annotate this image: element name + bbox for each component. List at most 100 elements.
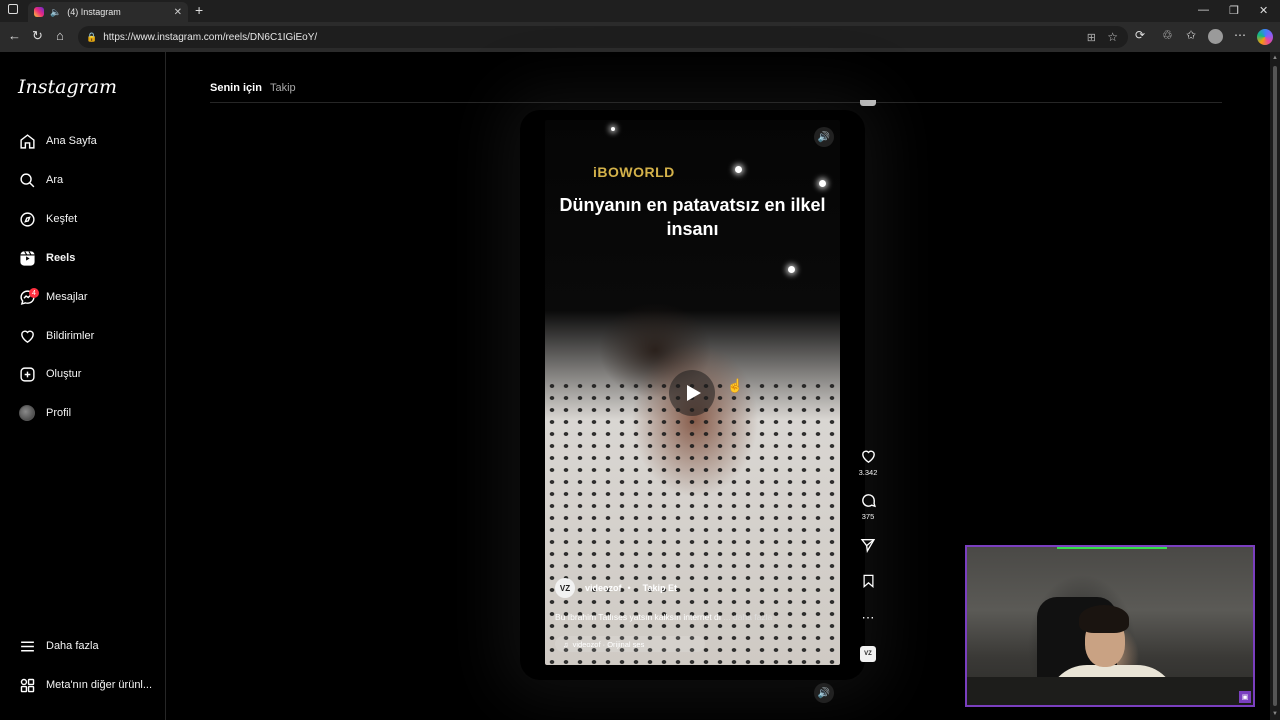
copilot-icon[interactable] <box>1257 29 1273 45</box>
next-reel-mute-button[interactable]: 🔊 <box>814 683 834 703</box>
scroll-down-icon[interactable]: ▼ <box>1272 711 1278 717</box>
nav-explore[interactable]: Keşfet <box>18 207 77 231</box>
shirt-pattern <box>545 380 840 665</box>
settings-more-icon[interactable]: ⋯ <box>1234 28 1246 42</box>
app-install-icon[interactable]: ⊞ <box>1087 31 1096 44</box>
instagram-favicon-icon <box>34 7 44 17</box>
speaker-icon[interactable]: 🔈 <box>50 7 61 18</box>
restore-icon[interactable]: ❐ <box>1229 4 1239 17</box>
comment-count: 375 <box>861 512 875 521</box>
search-icon <box>18 171 36 189</box>
sparkle <box>735 166 742 173</box>
browser-tab[interactable]: 🔈 (4) Instagram ✕ <box>28 2 188 22</box>
nav-meta-products[interactable]: Meta'nın diğer ürünl... <box>18 673 152 697</box>
close-icon[interactable]: ✕ <box>1259 4 1268 17</box>
browser-essentials-icon[interactable]: ♲ <box>1162 28 1173 42</box>
menu-icon <box>18 637 36 655</box>
meta-grid-icon <box>18 676 36 694</box>
reel-author-row: VZ videozof • Takip Et <box>555 578 677 598</box>
nav-home[interactable]: Ana Sayfa <box>18 129 97 153</box>
sparkle <box>788 266 795 273</box>
back-icon[interactable]: ← <box>8 28 21 43</box>
sparkle <box>819 180 826 187</box>
divider <box>210 102 1222 103</box>
nav-reels[interactable]: Reels <box>18 246 75 270</box>
separator-dot: • <box>627 583 631 593</box>
compass-icon <box>18 210 36 228</box>
nav-messages-label: Mesajlar <box>46 291 88 303</box>
save-button[interactable] <box>856 573 880 589</box>
browser-tab-bar: 🔈 (4) Instagram ✕ + — ❐ ✕ <box>0 0 1280 22</box>
webcam-accent-bar <box>1057 547 1167 549</box>
messages-badge: 4 <box>29 288 39 298</box>
reel-brand-text: iBOWORLD <box>593 164 675 180</box>
bookmark-icon <box>863 574 873 588</box>
previous-reel-thumb[interactable] <box>860 100 876 106</box>
comment-button[interactable]: 375 <box>856 492 880 521</box>
new-tab-button[interactable]: + <box>195 2 203 18</box>
nav-notifications-label: Bildirimler <box>46 330 95 342</box>
lock-icon[interactable]: 🔒 <box>86 32 97 43</box>
home-icon <box>18 132 36 150</box>
more-options-button[interactable]: ⋯ <box>856 610 880 626</box>
like-count: 3.342 <box>858 468 878 477</box>
extensions-icon[interactable]: ⟳ <box>1135 28 1145 42</box>
caption-text: Bu İbrahim Tatlıses yatsın kalksın inter… <box>555 612 722 622</box>
more-dots-icon: ⋯ <box>861 610 875 625</box>
favorites-icon[interactable]: ✩ <box>1186 28 1196 42</box>
nav-messages[interactable]: 4 Mesajlar <box>18 285 88 309</box>
feed-tabs: Senin için Takip <box>210 82 296 94</box>
speaker-icon: 🔊 <box>817 687 831 699</box>
plus-square-icon <box>18 365 36 383</box>
refresh-icon[interactable]: ↻ <box>32 28 43 44</box>
reel-caption: Bu İbrahim Tatlıses yatsın kalksın inter… <box>555 612 772 622</box>
author-avatar[interactable]: VZ <box>555 578 575 598</box>
play-button[interactable] <box>669 370 715 416</box>
profile-avatar <box>18 404 36 422</box>
tab-following[interactable]: Takip <box>270 82 296 94</box>
follow-button[interactable]: Takip Et <box>643 583 677 593</box>
tab-for-you[interactable]: Senin için <box>210 82 262 94</box>
url-text: https://www.instagram.com/reels/DN6C1IGi… <box>103 31 318 43</box>
audio-pill[interactable]: ♫ videozof · Orijinal ses <box>555 636 705 652</box>
nav-profile[interactable]: Profil <box>18 401 71 425</box>
author-username[interactable]: videozof <box>585 583 622 593</box>
favorite-star-icon[interactable]: ☆ <box>1107 30 1118 44</box>
nav-profile-label: Profil <box>46 407 72 419</box>
streamer-hair <box>1079 605 1129 633</box>
home-browser-icon[interactable]: ⌂ <box>56 28 64 43</box>
webcam-corner-icon: ▣ <box>1239 691 1251 703</box>
nav-notifications[interactable]: Bildirimler <box>18 324 94 348</box>
reel-video[interactable]: iBOWORLD Dünyanın en patavatsız en ilkel… <box>545 120 840 665</box>
nav-more[interactable]: Daha fazla <box>18 634 99 658</box>
like-button[interactable]: 3.342 <box>856 448 880 477</box>
webcam-overlay: ▣ <box>965 545 1255 707</box>
minimize-icon[interactable]: — <box>1198 4 1209 16</box>
sidebar-toggle-icon[interactable] <box>8 4 18 14</box>
audio-thumb[interactable]: VZ <box>860 646 876 662</box>
music-note-icon: ♫ <box>563 639 569 649</box>
scrollbar-thumb[interactable] <box>1273 66 1277 706</box>
page-scrollbar[interactable]: ▲ ▼ <box>1270 52 1280 720</box>
nav-meta-label: Meta'nın diğer ürünl... <box>46 679 153 691</box>
speaker-icon: 🔊 <box>817 131 831 143</box>
heart-icon <box>861 450 875 464</box>
play-icon <box>686 385 701 401</box>
nav-create-label: Oluştur <box>46 368 82 380</box>
scroll-up-icon[interactable]: ▲ <box>1272 55 1278 61</box>
nav-search[interactable]: Ara <box>18 168 63 192</box>
nav-create[interactable]: Oluştur <box>18 362 81 386</box>
reels-icon <box>18 249 36 267</box>
reel-headline: Dünyanın en patavatsız en ilkel insanı <box>559 195 826 239</box>
mute-button[interactable]: 🔊 <box>814 127 834 147</box>
messenger-icon: 4 <box>18 288 39 306</box>
nav-reels-label: Reels <box>46 252 76 264</box>
desk <box>967 677 1253 705</box>
tab-close-icon[interactable]: ✕ <box>174 7 182 18</box>
address-bar[interactable]: 🔒 https://www.instagram.com/reels/DN6C1I… <box>78 26 1128 48</box>
instagram-logo[interactable]: Instagram <box>18 76 117 98</box>
share-button[interactable] <box>856 537 880 553</box>
tab-title: (4) Instagram <box>67 7 121 17</box>
caption-more-link[interactable]: ... daha fazla <box>724 612 773 622</box>
browser-profile-avatar[interactable] <box>1208 29 1223 44</box>
